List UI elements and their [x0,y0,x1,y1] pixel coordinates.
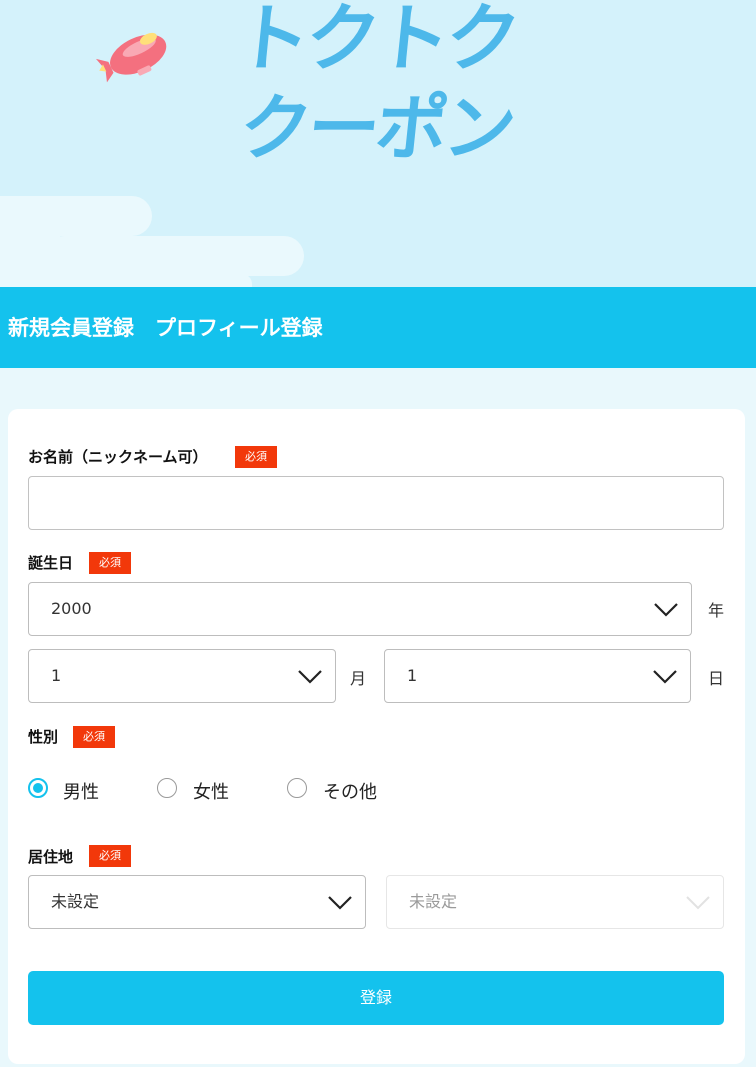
chevron-down-icon [686,896,710,910]
prefecture-value: 未設定 [51,892,100,911]
residence-label: 居住地 [28,848,74,866]
city-select: 未設定 [386,875,724,929]
register-button[interactable]: 登録 [28,971,724,1025]
chevron-down-icon [653,670,677,684]
required-badge: 必須 [235,446,277,468]
city-value: 未設定 [409,892,458,911]
cloud [0,196,152,236]
chevron-down-icon [298,670,322,684]
required-badge: 必須 [89,845,131,867]
logo-text-line1: トクトク [231,0,521,82]
page-title: 新規会員登録 プロフィール登録 [8,316,323,340]
gender-other-label[interactable]: その他 [323,778,377,804]
hero-banner: トクトク クーポン [0,0,756,287]
required-badge: 必須 [89,552,131,574]
logo-text-line2: クーポン [235,86,517,170]
chevron-down-icon [654,603,678,617]
airship-icon [95,32,167,83]
cloud [0,274,252,287]
name-label: お名前（ニックネーム可） [28,448,208,466]
name-input[interactable] [28,476,724,530]
gender-label: 性別 [28,728,59,746]
required-badge: 必須 [73,726,115,748]
year-unit: 年 [708,601,725,620]
gender-male-label[interactable]: 男性 [63,778,99,804]
birth-month-select[interactable]: 1 [28,649,336,703]
chevron-down-icon [328,896,352,910]
birthday-label: 誕生日 [28,554,74,572]
birth-day-value: 1 [407,666,418,685]
gender-other-radio[interactable] [287,778,307,798]
month-unit: 月 [350,669,367,688]
logo: トクトク クーポン [231,0,520,180]
birth-year-value: 2000 [51,599,92,618]
day-unit: 日 [708,669,725,688]
prefecture-select[interactable]: 未設定 [28,875,366,929]
gender-female-radio[interactable] [157,778,177,798]
birth-day-select[interactable]: 1 [384,649,691,703]
birth-year-select[interactable]: 2000 [28,582,692,636]
gender-male-radio[interactable] [28,778,48,798]
cloud [44,236,304,276]
birth-month-value: 1 [51,666,62,685]
gender-female-label[interactable]: 女性 [193,778,229,804]
